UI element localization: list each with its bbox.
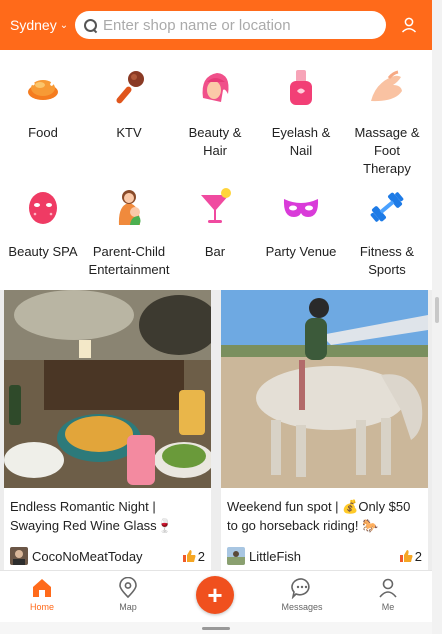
chat-bubble-icon [291,578,310,599]
city-selector[interactable]: Sydney ⌄ [10,17,68,33]
user-icon[interactable] [398,14,420,36]
category-label: Beauty SPA [8,244,78,259]
category-label: Massage & Foot Therapy [354,125,420,176]
category-ktv[interactable]: KTV [86,68,172,142]
create-post-button[interactable]: + [196,576,234,614]
bottom-nav: Home Map + Messages Me [0,570,432,622]
feed-card[interactable]: Weekend fun spot | 💰Only $50 to go horse… [221,290,428,570]
scrollbar-thumb[interactable] [435,297,439,323]
category-label: Party Venue [265,244,337,259]
author-name[interactable]: LittleFish [249,549,399,564]
post-title: Weekend fun spot | 💰Only $50 to go horse… [227,499,411,533]
category-bar[interactable]: Bar [172,187,258,261]
category-label: Fitness & Sports [359,244,415,277]
thumbs-up-icon [182,550,196,562]
category-party-venue[interactable]: Party Venue [258,187,344,261]
avatar[interactable] [10,547,28,565]
tab-label: Map [119,602,137,612]
avatar[interactable] [227,547,245,565]
category-parent-child[interactable]: Parent-Child Entertainment [86,187,172,279]
home-indicator [0,622,432,634]
mother-child-icon [118,190,141,225]
person-icon [379,578,397,598]
like-count: 2 [414,548,422,564]
category-label: Beauty & Hair [188,125,242,158]
category-label: KTV [116,125,142,140]
feed-card[interactable]: Endless Romantic Night | Swaying Red Win… [4,290,211,570]
massage-hand-icon [371,70,402,102]
map-pin-icon [119,577,137,599]
tab-map[interactable]: Map [98,577,158,612]
party-mask-icon [283,199,319,217]
category-eyelash-nail[interactable]: Eyelash & Nail [258,68,344,160]
category-label: Parent-Child Entertainment [88,244,170,277]
tab-home[interactable]: Home [12,577,72,612]
post-title: Endless Romantic Night | Swaying Red Win… [10,499,173,533]
plus-icon: + [207,580,223,610]
category-label: Eyelash & Nail [271,125,331,158]
like-count: 2 [197,548,205,564]
thumbs-up-icon [399,550,413,562]
dumbbell-icon [370,192,404,222]
cocktail-icon [201,188,231,223]
search-icon [84,18,97,32]
category-fitness[interactable]: Fitness & Sports [344,187,430,279]
hair-salon-icon [202,73,229,102]
face-mask-icon [29,192,57,224]
category-food[interactable]: Food [0,68,86,142]
tab-label: Me [381,602,395,612]
nail-polish-icon [290,70,312,105]
search-bar[interactable] [75,11,386,39]
roast-chicken-icon [28,77,58,100]
city-label: Sydney [10,17,57,33]
search-input[interactable] [103,16,363,34]
tab-messages[interactable]: Messages [272,577,332,612]
tab-label: Messages [281,602,323,612]
top-bar: Sydney ⌄ [0,0,432,50]
tab-label: Home [29,602,54,612]
like-button[interactable]: 2 [399,549,422,564]
feed: Endless Romantic Night | Swaying Red Win… [0,290,432,570]
category-label: Bar [204,244,226,259]
category-massage[interactable]: Massage & Foot Therapy [344,68,430,178]
category-grid: Food KTV Beauty & Hair Eyelash & Nail Ma… [0,50,432,290]
post-photo [4,290,211,488]
category-beauty-spa[interactable]: Beauty SPA [0,187,86,261]
post-photo [221,290,428,488]
home-icon [33,579,51,597]
like-button[interactable]: 2 [182,549,205,564]
author-name[interactable]: CocoNoMeatToday [32,549,182,564]
microphone-icon [116,71,144,104]
chevron-down-icon: ⌄ [59,20,69,31]
home-indicator-bar [202,627,230,630]
category-beauty-hair[interactable]: Beauty & Hair [172,68,258,160]
tab-me[interactable]: Me [358,577,418,612]
category-label: Food [28,125,58,140]
